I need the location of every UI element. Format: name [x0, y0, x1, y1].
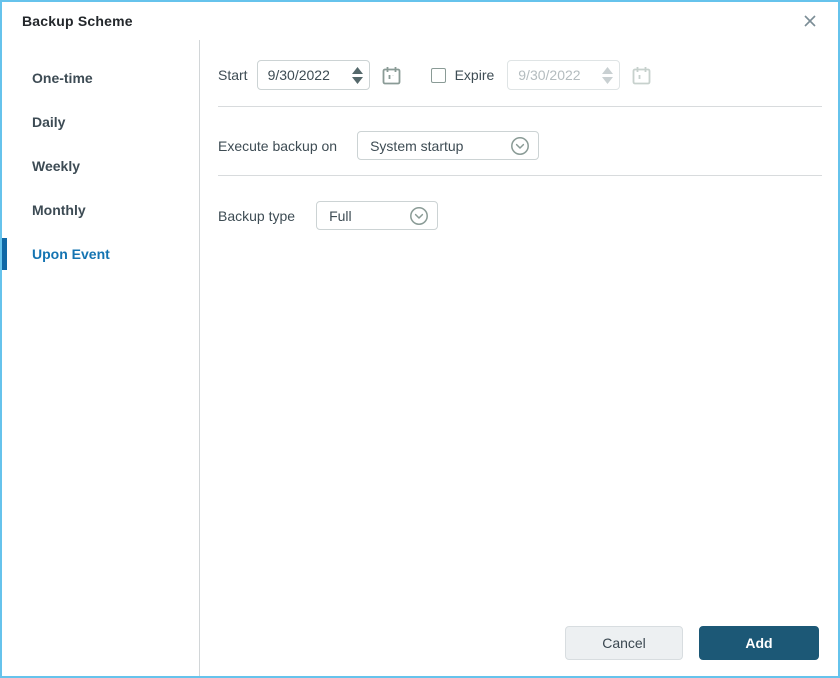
expire-date-input: 9/30/2022: [507, 60, 621, 90]
sidebar-item-label: Upon Event: [32, 246, 110, 262]
dialog-body: One-time Daily Weekly Monthly Upon Event: [2, 40, 838, 676]
expire-date-spinner: [602, 66, 614, 84]
start-label: Start: [218, 67, 248, 83]
sidebar-item-upon-event[interactable]: Upon Event: [2, 232, 199, 276]
start-expire-row: Start 9/30/2022 Expire 9/30/2022: [218, 60, 822, 90]
expire-checkbox[interactable]: [430, 67, 446, 83]
expire-label: Expire: [454, 67, 495, 83]
calendar-icon: [382, 66, 400, 84]
start-date-value: 9/30/2022: [267, 67, 330, 83]
spinner-down-icon: [602, 76, 614, 84]
start-date-spinner[interactable]: [351, 66, 363, 84]
spinner-up-icon[interactable]: [351, 66, 363, 74]
sidebar-item-monthly[interactable]: Monthly: [2, 188, 199, 232]
backup-type-label: Backup type: [218, 207, 296, 224]
start-date-input[interactable]: 9/30/2022: [256, 60, 370, 90]
sidebar-item-label: Daily: [32, 114, 66, 130]
cancel-button[interactable]: Cancel: [565, 626, 683, 660]
sidebar-item-label: Monthly: [32, 202, 86, 218]
main-panel: Start 9/30/2022 Expire 9/30/2022 Execute…: [200, 40, 838, 676]
separator: [218, 175, 822, 176]
sidebar-item-weekly[interactable]: Weekly: [2, 144, 199, 188]
backup-type-dropdown[interactable]: Full: [316, 201, 439, 230]
calendar-icon: [632, 66, 651, 84]
execute-backup-label: Execute backup on: [218, 137, 338, 154]
execute-backup-value: System startup: [370, 137, 464, 154]
schedule-type-sidebar: One-time Daily Weekly Monthly Upon Event: [2, 40, 200, 676]
start-calendar-button[interactable]: [382, 66, 401, 85]
separator: [218, 106, 822, 107]
close-icon: [804, 15, 816, 27]
spinner-down-icon[interactable]: [351, 76, 363, 84]
backup-type-value: Full: [329, 207, 352, 224]
footer: Cancel Add: [218, 626, 822, 660]
chevron-down-circle-icon: [511, 136, 530, 155]
close-button[interactable]: [798, 9, 822, 33]
chevron-down-circle-icon: [410, 206, 429, 225]
backup-scheme-dialog: Backup Scheme One-time Daily Weekly Mont…: [0, 0, 840, 678]
backup-type-row: Backup type Full: [218, 201, 822, 230]
expire-date-value: 9/30/2022: [518, 67, 581, 83]
active-indicator: [2, 238, 7, 270]
expire-calendar-button: [632, 66, 651, 85]
sidebar-item-label: Weekly: [32, 158, 80, 174]
execute-backup-dropdown[interactable]: System startup: [357, 131, 540, 160]
add-button[interactable]: Add: [699, 626, 819, 660]
execute-backup-row: Execute backup on System startup: [218, 131, 822, 160]
dialog-title: Backup Scheme: [22, 13, 133, 29]
sidebar-item-daily[interactable]: Daily: [2, 100, 199, 144]
sidebar-item-label: One-time: [32, 70, 93, 86]
titlebar: Backup Scheme: [2, 2, 838, 40]
spinner-up-icon: [602, 66, 614, 74]
sidebar-item-one-time[interactable]: One-time: [2, 56, 199, 100]
